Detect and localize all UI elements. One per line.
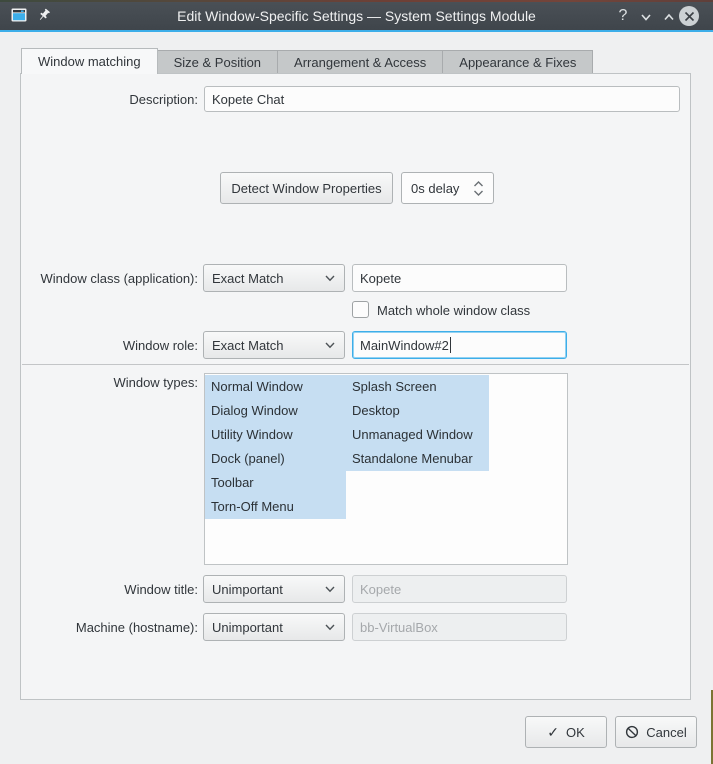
tab-size-position[interactable]: Size & Position [158, 50, 277, 74]
spin-down-icon[interactable] [473, 190, 484, 196]
help-icon[interactable]: ? [612, 5, 634, 27]
maximize-icon[interactable] [661, 9, 677, 25]
list-item-dialog-window[interactable]: Dialog Window [205, 399, 346, 423]
list-item-dock-panel[interactable]: Dock (panel) [205, 447, 346, 471]
window-types-list[interactable]: Normal Window Dialog Window Utility Wind… [204, 373, 568, 565]
window-types-label: Window types: [20, 375, 198, 390]
list-item-unmanaged-window[interactable]: Unmanaged Window [346, 423, 489, 447]
machine-hostname-label: Machine (hostname): [20, 620, 198, 635]
pin-icon[interactable] [36, 7, 52, 23]
edit-window-settings-dialog: { "colors": { "accent": "#3daee9", "titl… [0, 0, 713, 764]
chevron-down-icon [324, 274, 336, 282]
window-class-label: Window class (application): [20, 271, 198, 286]
chevron-down-icon [324, 585, 336, 593]
tab-appearance-fixes[interactable]: Appearance & Fixes [442, 50, 593, 74]
window-class-input[interactable] [352, 264, 567, 292]
match-whole-window-class-checkbox[interactable] [352, 301, 369, 318]
close-icon[interactable] [679, 6, 699, 26]
chevron-down-icon [324, 341, 336, 349]
delay-spinbox[interactable]: 0s delay [401, 172, 494, 204]
list-item-torn-off-menu[interactable]: Torn-Off Menu [205, 495, 346, 519]
titlebar-accent-line [0, 30, 713, 32]
match-whole-window-class-label: Match whole window class [377, 303, 530, 318]
window-title-match-combobox[interactable]: Unimportant [203, 575, 345, 603]
check-icon: ✓ [547, 724, 559, 741]
window-title-label: Window title: [20, 582, 198, 597]
chevron-down-icon [324, 623, 336, 631]
cancel-button[interactable]: Cancel [615, 716, 697, 748]
description-input[interactable] [204, 86, 680, 112]
window-class-match-combobox[interactable]: Exact Match [203, 264, 345, 292]
window-role-input[interactable]: MainWindow#2 [352, 331, 567, 359]
delay-value: 0s delay [411, 181, 459, 196]
list-item-desktop[interactable]: Desktop [346, 399, 489, 423]
cancel-icon [625, 725, 639, 739]
window-role-label: Window role: [20, 338, 198, 353]
window-role-match-combobox[interactable]: Exact Match [203, 331, 345, 359]
machine-match-combobox[interactable]: Unimportant [203, 613, 345, 641]
window-title-input [352, 575, 567, 603]
window-title-text: Edit Window-Specific Settings — System S… [0, 8, 713, 24]
text-cursor [450, 337, 451, 353]
list-item-toolbar[interactable]: Toolbar [205, 471, 346, 495]
list-item-standalone-menubar[interactable]: Standalone Menubar [346, 447, 489, 471]
description-label: Description: [20, 92, 198, 107]
spin-up-icon[interactable] [473, 181, 484, 187]
list-item-splash-screen[interactable]: Splash Screen [346, 375, 489, 399]
detect-window-properties-button[interactable]: Detect Window Properties [220, 172, 393, 204]
list-item-utility-window[interactable]: Utility Window [205, 423, 346, 447]
ok-button[interactable]: ✓ OK [525, 716, 607, 748]
section-separator [22, 364, 689, 365]
tab-bar: Window matching Size & Position Arrangem… [21, 48, 593, 74]
tab-arrangement-access[interactable]: Arrangement & Access [277, 50, 442, 74]
list-item-normal-window[interactable]: Normal Window [205, 375, 346, 399]
tab-window-matching[interactable]: Window matching [21, 48, 158, 74]
titlebar[interactable]: Edit Window-Specific Settings — System S… [0, 2, 713, 30]
machine-hostname-input [352, 613, 567, 641]
shade-icon[interactable] [638, 9, 654, 25]
app-icon [10, 6, 28, 24]
